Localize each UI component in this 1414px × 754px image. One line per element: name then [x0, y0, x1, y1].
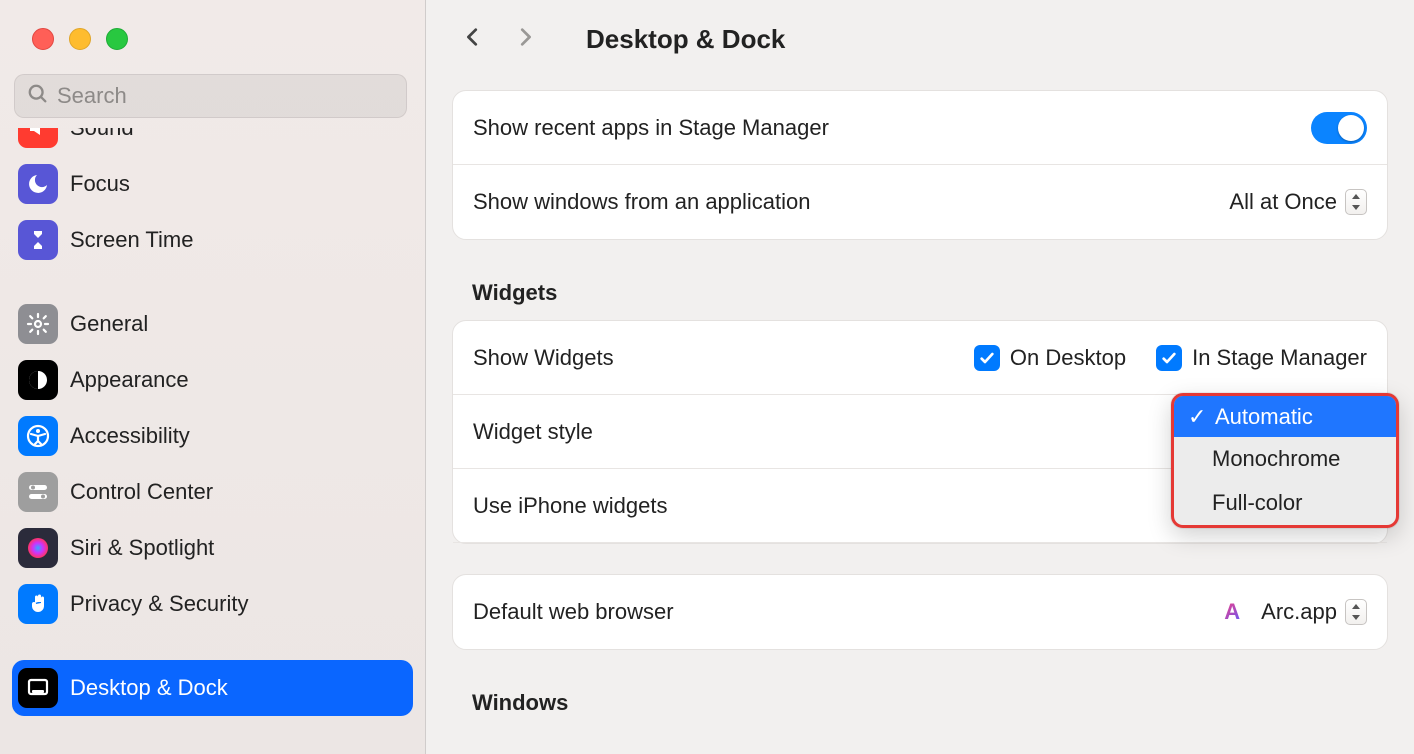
hand-icon: [18, 584, 58, 624]
row-show-widgets: Show Widgets On Desktop In Stage Manager: [453, 321, 1387, 395]
show-widgets-label: Show Widgets: [473, 345, 614, 371]
search-icon: [27, 83, 49, 110]
default-browser-select[interactable]: A Arc.app: [1219, 599, 1367, 625]
sidebar-item-label: Siri & Spotlight: [70, 535, 214, 561]
back-button[interactable]: [462, 22, 484, 57]
sidebar-item-label: Appearance: [70, 367, 189, 393]
browser-panel: Default web browser A Arc.app: [452, 574, 1388, 650]
widget-style-dropdown[interactable]: ✓ Automatic Monochrome Full-color: [1171, 393, 1399, 528]
sidebar-item-accessibility[interactable]: Accessibility: [0, 408, 425, 464]
checkbox-icon: [1156, 345, 1182, 371]
sidebar-item-privacy-security[interactable]: Privacy & Security: [0, 576, 425, 632]
sidebar-item-label: Screen Time: [70, 227, 194, 253]
appearance-icon: [18, 360, 58, 400]
page-title: Desktop & Dock: [586, 24, 785, 55]
siri-icon: [18, 528, 58, 568]
main-area: Desktop & Dock Show recent apps in Stage…: [426, 0, 1414, 754]
default-browser-value: Arc.app: [1261, 599, 1337, 625]
stepper-icon: [1345, 189, 1367, 215]
sidebar-list: Sound Focus Screen Time General Appearance Ac…: [0, 128, 425, 752]
sidebar-item-label: General: [70, 311, 148, 337]
arc-icon: A: [1219, 599, 1245, 625]
sidebar-item-label: Privacy & Security: [70, 591, 249, 617]
hourglass-icon: [18, 220, 58, 260]
sidebar-item-appearance[interactable]: Appearance: [0, 352, 425, 408]
sidebar: Sound Focus Screen Time General Appearance Ac…: [0, 0, 426, 754]
sidebar-item-label: Desktop & Dock: [70, 675, 228, 701]
recent-apps-toggle[interactable]: [1311, 112, 1367, 144]
windows-header: Windows: [472, 690, 1388, 716]
dropdown-option-monochrome[interactable]: Monochrome: [1174, 437, 1396, 481]
row-default-browser: Default web browser A Arc.app: [453, 575, 1387, 649]
toolbar: Desktop & Dock: [426, 0, 1414, 78]
show-windows-select[interactable]: All at Once: [1229, 189, 1367, 215]
moon-icon: [18, 164, 58, 204]
search-input[interactable]: [57, 83, 394, 109]
sidebar-item-control-center[interactable]: Control Center: [0, 464, 425, 520]
checkbox-on-desktop[interactable]: On Desktop: [974, 345, 1126, 371]
minimize-button[interactable]: [69, 28, 91, 50]
dropdown-option-fullcolor[interactable]: Full-color: [1174, 481, 1396, 525]
sidebar-item-label: Sound: [70, 128, 134, 141]
recent-apps-label: Show recent apps in Stage Manager: [473, 115, 829, 141]
accessibility-icon: [18, 416, 58, 456]
dropdown-option-label: Full-color: [1212, 490, 1302, 516]
widgets-header: Widgets: [472, 280, 1388, 306]
show-widgets-checkboxes: On Desktop In Stage Manager: [974, 345, 1367, 371]
dropdown-option-label: Automatic: [1215, 404, 1313, 430]
iphone-widgets-label: Use iPhone widgets: [473, 493, 667, 519]
widget-style-label: Widget style: [473, 419, 593, 445]
show-windows-label: Show windows from an application: [473, 189, 811, 215]
sidebar-item-label: Control Center: [70, 479, 213, 505]
content: Show recent apps in Stage Manager Show w…: [426, 90, 1414, 716]
close-button[interactable]: [32, 28, 54, 50]
row-show-windows: Show windows from an application All at …: [453, 165, 1387, 239]
sidebar-item-label: Focus: [70, 171, 130, 197]
stepper-icon: [1345, 599, 1367, 625]
checkbox-label: On Desktop: [1010, 345, 1126, 371]
window-controls: [0, 0, 425, 50]
sidebar-item-focus[interactable]: Focus: [0, 156, 425, 212]
maximize-button[interactable]: [106, 28, 128, 50]
sound-icon: [18, 128, 58, 148]
widgets-panel: Show Widgets On Desktop In Stage Manager: [452, 320, 1388, 544]
default-browser-label: Default web browser: [473, 599, 674, 625]
show-windows-value: All at Once: [1229, 189, 1337, 215]
search-box[interactable]: [14, 74, 407, 118]
sidebar-item-general[interactable]: General: [0, 296, 425, 352]
search-container: [14, 74, 407, 118]
checkbox-label: In Stage Manager: [1192, 345, 1367, 371]
sidebar-item-sound[interactable]: Sound: [0, 128, 425, 156]
row-recent-apps: Show recent apps in Stage Manager: [453, 91, 1387, 165]
check-icon: ✓: [1188, 404, 1206, 430]
sidebar-item-desktop-dock[interactable]: Desktop & Dock: [12, 660, 413, 716]
sidebar-item-label: Accessibility: [70, 423, 190, 449]
forward-button[interactable]: [514, 22, 536, 57]
stage-manager-panel: Show recent apps in Stage Manager Show w…: [452, 90, 1388, 240]
gear-icon: [18, 304, 58, 344]
sidebar-item-screen-time[interactable]: Screen Time: [0, 212, 425, 268]
checkbox-icon: [974, 345, 1000, 371]
sidebar-item-siri-spotlight[interactable]: Siri & Spotlight: [0, 520, 425, 576]
checkbox-in-stage-manager[interactable]: In Stage Manager: [1156, 345, 1367, 371]
dropdown-option-automatic[interactable]: ✓ Automatic: [1171, 393, 1399, 437]
dock-icon: [18, 668, 58, 708]
toggles-icon: [18, 472, 58, 512]
dropdown-option-label: Monochrome: [1212, 446, 1340, 472]
